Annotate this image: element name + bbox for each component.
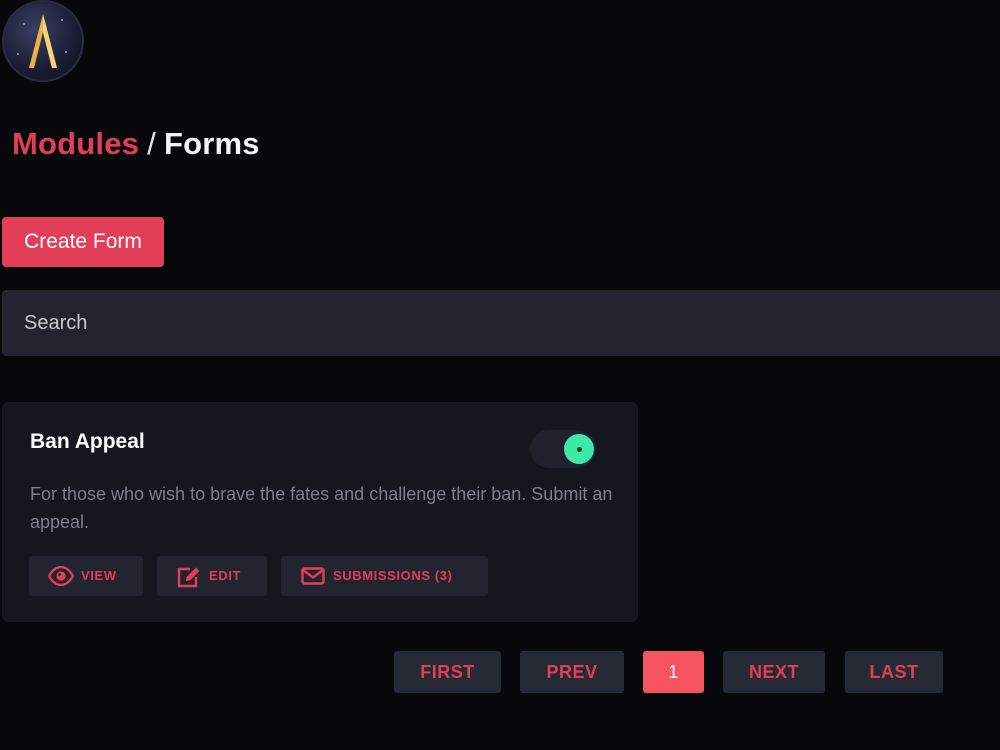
- form-card: Ban Appeal For those who wish to brave t…: [2, 402, 638, 622]
- page-title: Forms: [163, 126, 260, 161]
- search-input[interactable]: [2, 290, 1000, 356]
- forms-page: Modules/Forms Create Form Ban Appeal For…: [0, 0, 1000, 750]
- create-form-button[interactable]: Create Form: [2, 217, 164, 267]
- submissions-button[interactable]: SUBMISSIONS (3): [281, 556, 488, 596]
- breadcrumb-separator: /: [147, 126, 156, 161]
- edit-icon: [177, 567, 200, 588]
- logo-icon: [17, 14, 67, 68]
- app-logo[interactable]: [2, 0, 84, 82]
- view-label: VIEW: [81, 568, 117, 583]
- toggle-knob: [564, 434, 594, 464]
- view-form-button[interactable]: VIEW: [29, 556, 143, 596]
- pagination-current-page[interactable]: 1: [643, 651, 704, 693]
- breadcrumb-modules-link[interactable]: Modules: [12, 126, 139, 161]
- form-title: Ban Appeal: [30, 430, 145, 453]
- pagination-next-button[interactable]: NEXT: [723, 651, 825, 693]
- pagination-last-button[interactable]: LAST: [845, 651, 943, 693]
- edit-form-button[interactable]: EDIT: [157, 556, 267, 596]
- submissions-label: SUBMISSIONS (3): [333, 568, 453, 583]
- edit-label: EDIT: [209, 568, 242, 583]
- breadcrumb: Modules / Forms: [12, 126, 260, 162]
- pagination-first-button[interactable]: FIRST: [394, 651, 501, 693]
- form-enabled-toggle[interactable]: [530, 430, 596, 468]
- form-description: For those who wish to brave the fates an…: [30, 484, 613, 532]
- envelope-icon: [301, 567, 325, 585]
- pagination-prev-button[interactable]: PREV: [520, 651, 624, 693]
- eye-icon: [48, 566, 74, 586]
